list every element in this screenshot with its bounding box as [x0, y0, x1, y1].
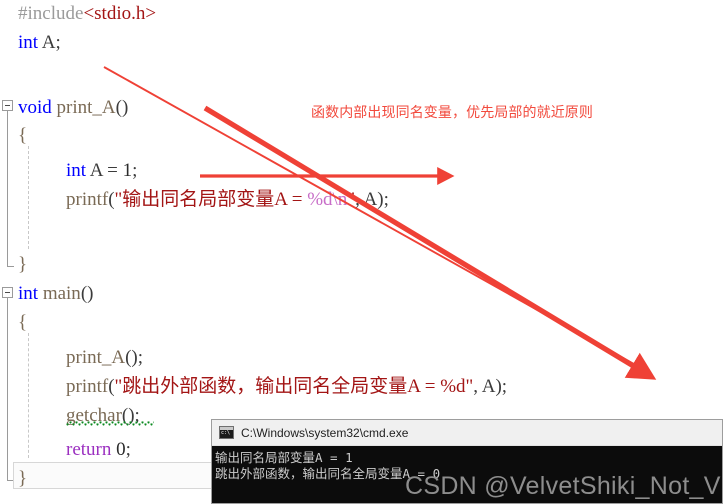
fold-rail-main — [7, 298, 8, 480]
code-token: , A); — [473, 376, 508, 397]
code-token: #include — [18, 3, 84, 24]
code-line: void print_A() — [18, 98, 128, 117]
fold-toggle-print-a[interactable] — [2, 100, 13, 111]
code-line: return 0; — [66, 440, 131, 459]
annotation-text: 函数内部出现同名变量，优先局部的就近原则 — [311, 104, 593, 120]
code-token: A = — [86, 160, 123, 181]
code-line: } — [18, 469, 27, 488]
code-token: "跳出外部函数，输出同名全局变量A = %d" — [114, 376, 474, 397]
csdn-watermark: CSDN @VelvetShiki_Not_VS — [405, 472, 723, 500]
fold-toggle-main[interactable] — [2, 287, 13, 298]
code-token: return — [66, 439, 112, 460]
code-line: printf("跳出外部函数，输出同名全局变量A = %d", A); — [66, 377, 507, 396]
code-line: int A = 1; — [66, 161, 137, 180]
code-line: printf("输出同名局部变量A = %d\n", A); — [66, 190, 389, 209]
cmd-console-window[interactable]: C:\Windows\system32\cmd.exe 输出同名局部变量A = … — [211, 419, 723, 504]
code-token: (); — [125, 347, 144, 368]
console-output-area[interactable]: 输出同名局部变量A = 1 跳出外部函数，输出同名全局变量A = 0 CSDN @… — [212, 446, 723, 503]
error-squiggle-getchar — [66, 421, 154, 426]
code-token: void — [18, 97, 52, 118]
code-line: #include<stdio.h> — [18, 4, 156, 23]
console-output-line: 输出同名局部变量A = 1 — [215, 450, 353, 465]
code-line: { — [18, 126, 27, 145]
fold-rail-foot-print-a — [7, 266, 14, 267]
code-token: } — [18, 468, 28, 489]
indent-guide-print-a — [28, 146, 29, 249]
code-token: " — [347, 189, 356, 210]
arrow-scope-thick — [203, 105, 657, 380]
code-line: int A; — [18, 33, 61, 52]
code-token: print_A — [56, 97, 116, 118]
code-token: printf — [66, 189, 109, 210]
code-line: print_A(); — [66, 348, 143, 367]
fold-rail-print-a — [7, 111, 8, 266]
code-token: ; — [125, 439, 131, 460]
code-token: { — [18, 312, 28, 333]
code-token: %d\n — [307, 189, 348, 210]
code-token: int — [18, 283, 39, 304]
cmd-icon — [219, 426, 234, 439]
code-token: ; — [132, 160, 138, 181]
console-title-label: C:\Windows\system32\cmd.exe — [241, 425, 409, 440]
code-token: () — [80, 283, 94, 304]
code-token: A; — [38, 32, 61, 53]
code-token: printf — [66, 376, 109, 397]
code-token: int — [66, 160, 87, 181]
code-token: print_A — [66, 347, 126, 368]
code-token: "输出同名局部变量A = — [114, 189, 308, 210]
code-token: } — [18, 254, 28, 275]
console-title-bar[interactable]: C:\Windows\system32\cmd.exe — [212, 420, 722, 446]
code-token: int — [18, 32, 39, 53]
code-token: 1 — [122, 160, 133, 181]
code-line: } — [18, 255, 27, 274]
code-token: main — [42, 283, 81, 304]
indent-guide-main — [28, 333, 29, 458]
code-token: , A); — [355, 189, 389, 210]
code-line: int main() — [18, 284, 93, 303]
code-token: { — [18, 125, 28, 146]
code-line: { — [18, 313, 27, 332]
code-token: 0 — [116, 439, 126, 460]
code-token: () — [115, 97, 129, 118]
code-token: <stdio.h> — [83, 3, 157, 24]
